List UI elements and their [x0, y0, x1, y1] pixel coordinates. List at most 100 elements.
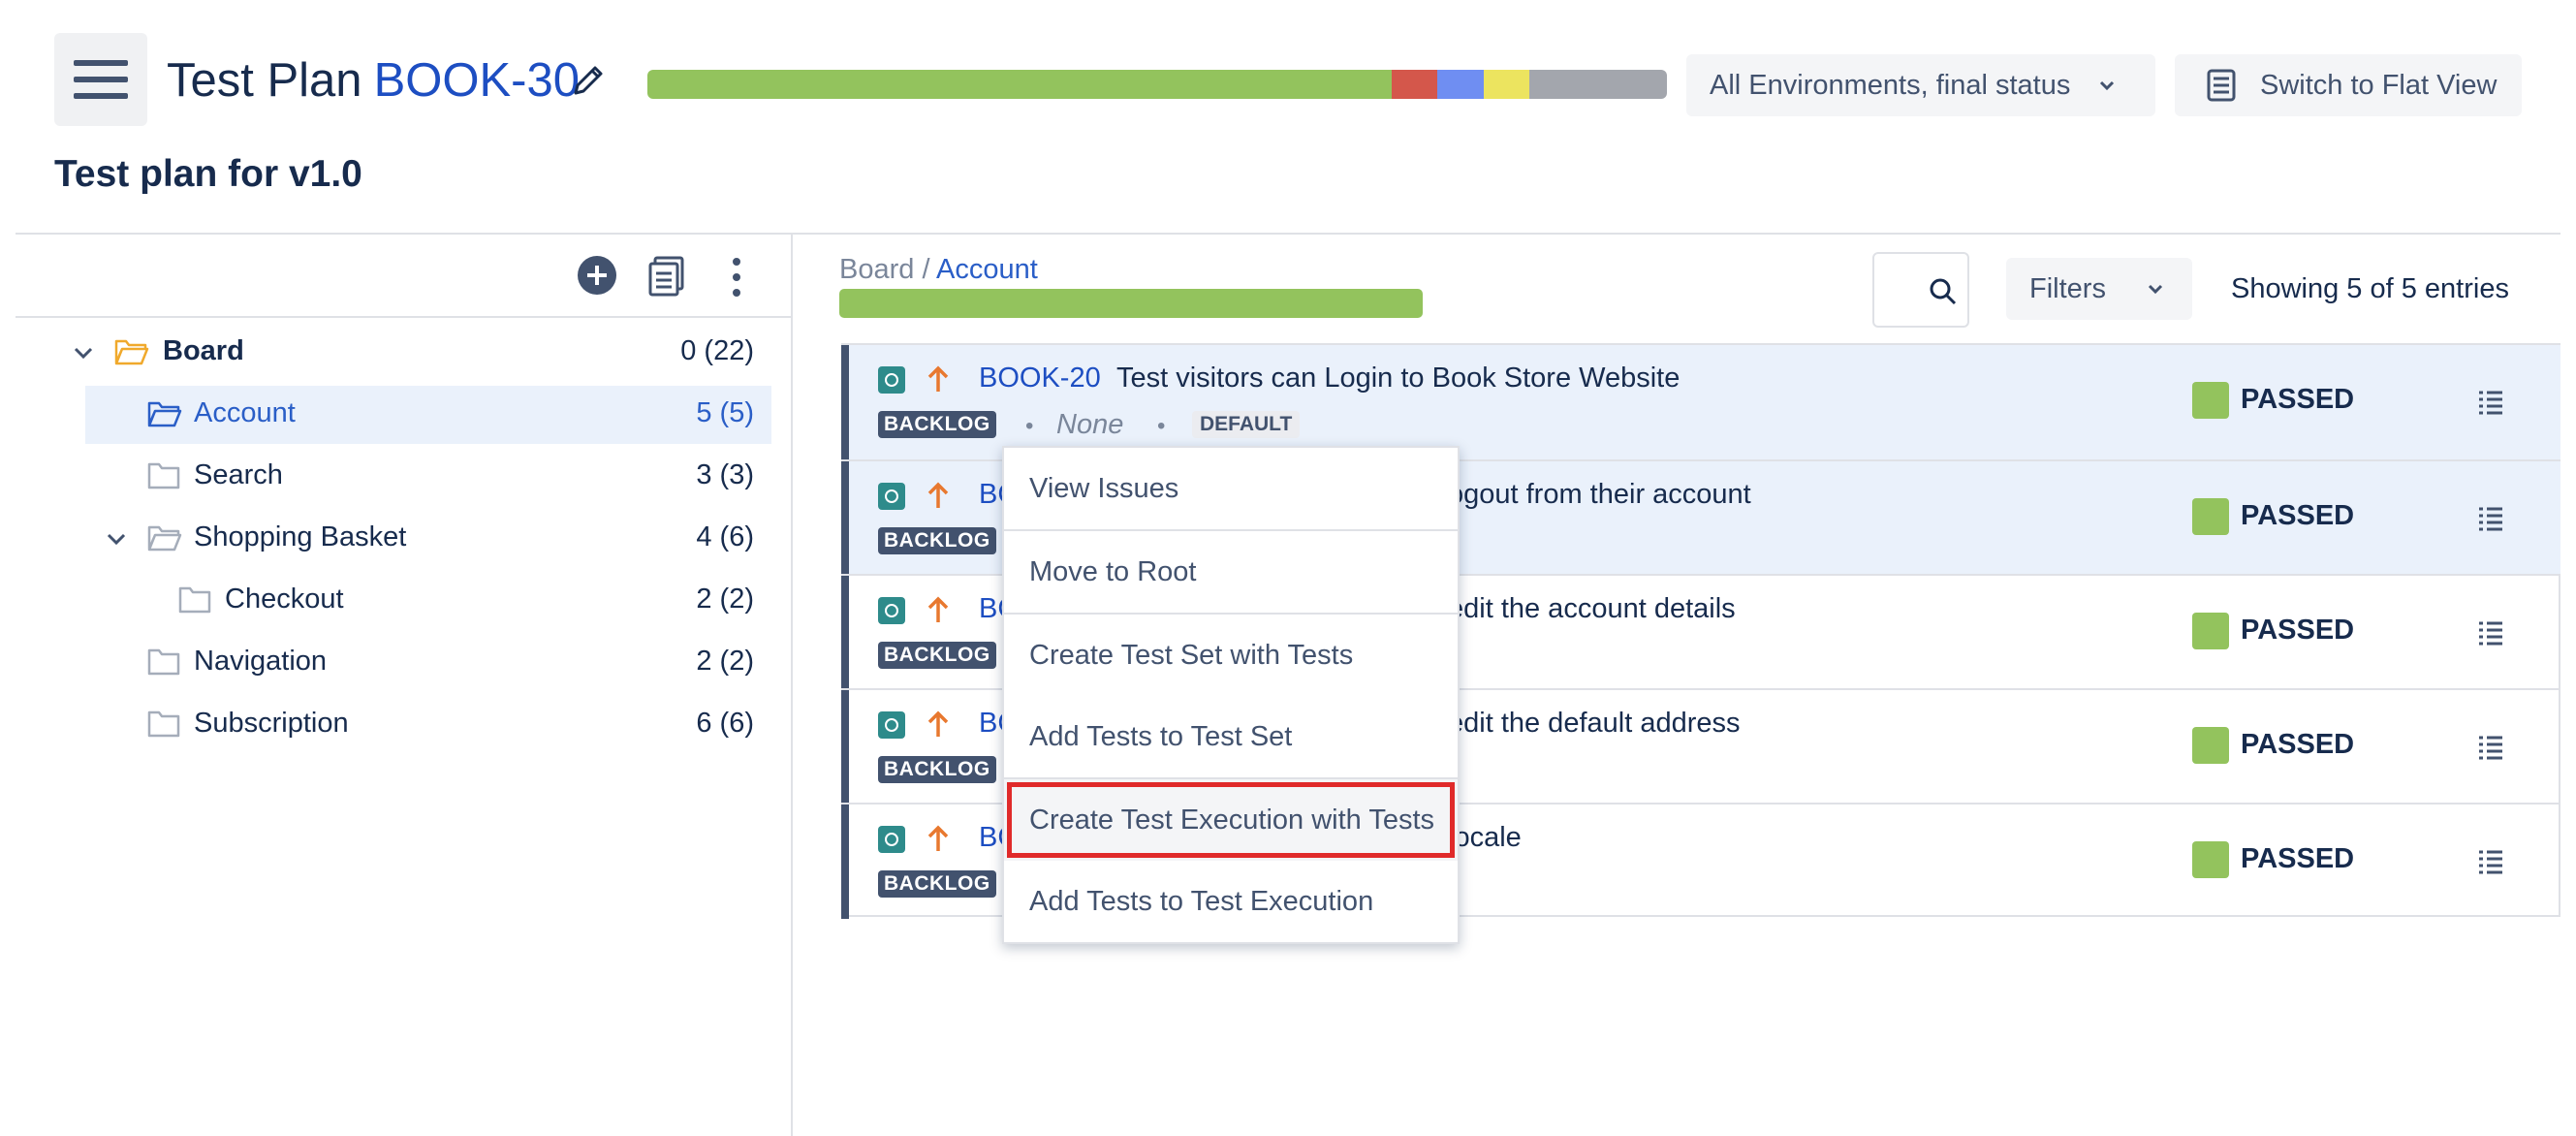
menu-item-add-to-test-execution[interactable]: Add Tests to Test Execution — [1004, 861, 1458, 942]
test-status: PASSED — [2241, 843, 2355, 874]
filters-label: Filters — [2029, 272, 2106, 304]
priority-high-icon — [927, 710, 949, 737]
tree-item-shopping-basket[interactable]: Shopping Basket 4 (6) — [85, 510, 771, 568]
breadcrumb-current[interactable]: Account — [936, 254, 1038, 285]
folder-icon — [147, 710, 180, 738]
open-folder-icon — [147, 525, 182, 552]
test-plan-progress-bar — [647, 70, 1667, 99]
tree-item-count: 2 (2) — [696, 584, 754, 615]
environment-select[interactable]: All Environments, final status — [1686, 54, 2155, 116]
tree-item-label: Board — [163, 335, 244, 366]
breadcrumb-separator: / — [922, 254, 930, 285]
search-icon — [1930, 278, 1957, 305]
tree-item-count: 2 (2) — [696, 646, 754, 677]
tree-item-label: Navigation — [194, 646, 328, 677]
test-status: PASSED — [2241, 384, 2355, 415]
tree-item-label: Checkout — [225, 584, 344, 615]
test-key-link[interactable]: BOOK-20 — [979, 363, 1101, 394]
details-list-icon[interactable] — [2477, 506, 2504, 531]
details-list-icon[interactable] — [2477, 735, 2504, 760]
details-list-icon[interactable] — [2477, 390, 2504, 415]
status-color-square — [2192, 498, 2229, 535]
tree-item-navigation[interactable]: Navigation 2 (2) — [85, 634, 771, 692]
page-title: Test Plan BOOK-30 — [167, 48, 580, 112]
status-color-square — [2192, 841, 2229, 878]
tree-item-account[interactable]: Account 5 (5) — [85, 386, 771, 444]
test-summary[interactable]: Test visitors can Login to Book Store We… — [1116, 363, 1680, 394]
collapse-all-icon[interactable] — [647, 254, 686, 297]
components-none: None — [1056, 409, 1124, 440]
menu-item-move-to-root[interactable]: Move to Root — [1004, 531, 1458, 613]
progress-segment — [1483, 70, 1529, 99]
menu-button[interactable] — [54, 33, 147, 126]
folder-progress-bar — [839, 289, 1423, 318]
status-color-square — [2192, 382, 2229, 419]
tree-item-count: 0 (22) — [680, 335, 754, 366]
tree-item-count: 6 (6) — [696, 708, 754, 739]
edit-pencil-icon[interactable] — [570, 60, 609, 99]
header-divider — [16, 233, 2560, 235]
tree-item-count: 4 (6) — [696, 521, 754, 552]
open-folder-icon — [114, 339, 149, 365]
test-type-icon — [878, 597, 905, 624]
status-color-square — [2192, 613, 2229, 649]
priority-high-icon — [927, 825, 949, 851]
add-folder-icon[interactable] — [576, 254, 618, 297]
breadcrumb-root[interactable]: Board — [839, 254, 914, 285]
filters-button[interactable]: Filters — [2006, 258, 2192, 320]
test-type-icon — [878, 366, 905, 394]
test-plan-summary: Test plan for v1.0 — [54, 153, 362, 195]
folder-icon — [147, 648, 180, 676]
chevron-down-icon[interactable] — [105, 527, 128, 551]
panel-divider[interactable] — [791, 235, 793, 1136]
progress-segment — [1528, 70, 1667, 99]
status-badge: BACKLOG — [878, 411, 996, 438]
menu-item-view-issues[interactable]: View Issues — [1004, 448, 1458, 529]
entries-count: Showing 5 of 5 entries — [2231, 273, 2509, 304]
folder-icon — [178, 586, 211, 614]
default-badge: DEFAULT — [1192, 411, 1301, 438]
tree-item-checkout[interactable]: Checkout 2 (2) — [85, 572, 771, 630]
status-badge: BACKLOG — [878, 870, 996, 898]
test-type-icon — [878, 483, 905, 510]
test-type-icon — [878, 711, 905, 739]
tree-item-board[interactable]: Board 0 (22) — [74, 324, 771, 382]
status-badge: BACKLOG — [878, 642, 996, 669]
folder-icon — [147, 462, 180, 489]
test-summary[interactable]: ogout from their account — [1448, 479, 1751, 511]
tree-item-search[interactable]: Search 3 (3) — [85, 448, 771, 506]
chevron-down-icon[interactable] — [72, 341, 95, 364]
context-menu: View Issues Move to Root Create Test Set… — [1002, 446, 1460, 944]
tree-item-subscription[interactable]: Subscription 6 (6) — [85, 696, 771, 754]
details-list-icon[interactable] — [2477, 849, 2504, 874]
issue-key-link[interactable]: BOOK-30 — [374, 54, 580, 107]
status-badge: BACKLOG — [878, 756, 996, 783]
tree-item-count: 3 (3) — [696, 459, 754, 490]
details-list-icon[interactable] — [2477, 620, 2504, 646]
test-status: PASSED — [2241, 729, 2355, 760]
chevron-down-icon — [2148, 284, 2163, 295]
priority-high-icon — [927, 596, 949, 622]
separator-dot: • — [1025, 413, 1034, 439]
switch-flat-view-button[interactable]: Switch to Flat View — [2175, 54, 2522, 116]
test-summary[interactable]: edit the account details — [1448, 593, 1736, 625]
title-label: Test Plan — [167, 54, 362, 107]
more-options-icon[interactable] — [725, 256, 748, 299]
tree-item-label: Search — [194, 459, 283, 490]
menu-item-add-to-test-set[interactable]: Add Tests to Test Set — [1004, 696, 1458, 777]
test-status: PASSED — [2241, 500, 2355, 531]
tree-toolbar-divider — [16, 316, 791, 318]
table-row[interactable]: BOOK-20 Test visitors can Login to Book … — [841, 345, 2560, 459]
chevron-down-icon — [2099, 80, 2115, 91]
test-summary[interactable]: edit the default address — [1448, 708, 1740, 740]
environment-select-label: All Environments, final status — [1710, 69, 2071, 101]
tree-item-label: Account — [194, 397, 296, 428]
search-button[interactable] — [1872, 252, 1969, 328]
menu-item-create-test-execution[interactable]: Create Test Execution with Tests — [1004, 779, 1458, 861]
progress-segment — [1391, 70, 1438, 99]
menu-item-create-test-set[interactable]: Create Test Set with Tests — [1004, 615, 1458, 696]
priority-high-icon — [927, 482, 949, 508]
list-view-icon — [2207, 69, 2236, 102]
tree-item-count: 5 (5) — [696, 397, 754, 428]
priority-high-icon — [927, 365, 949, 392]
